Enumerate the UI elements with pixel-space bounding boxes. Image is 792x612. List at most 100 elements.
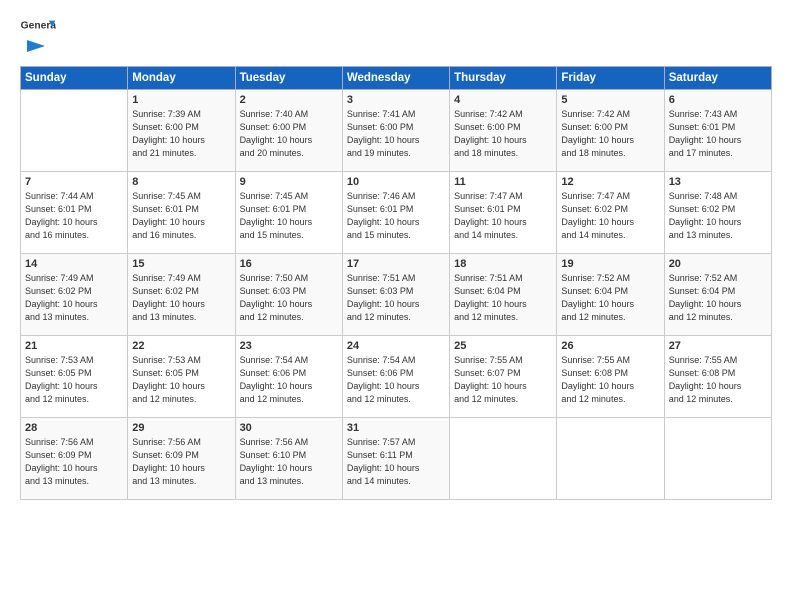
day-info: Sunrise: 7:52 AM Sunset: 6:04 PM Dayligh… [561,272,659,324]
calendar-cell: 30Sunrise: 7:56 AM Sunset: 6:10 PM Dayli… [235,418,342,500]
day-info: Sunrise: 7:51 AM Sunset: 6:04 PM Dayligh… [454,272,552,324]
calendar-cell: 28 Sunrise: 7:56 AM Sunset: 6:09 PM Dayli… [21,418,128,500]
calendar-cell [664,418,771,500]
day-number: 18 [454,258,552,270]
calendar-cell: 27 Sunrise: 7:55 AM Sunset: 6:08 PM Dayli… [664,336,771,418]
day-info: Sunrise: 7:54 AM Sunset: 6:06 PM Dayligh… [240,354,338,406]
day-number: 1 [132,94,230,106]
calendar-cell [557,418,664,500]
day-info: Sunrise: 7:49 AM Sunset: 6:02 PM Dayligh… [132,272,230,324]
calendar-cell: 26 Sunrise: 7:55 AM Sunset: 6:08 PM Dayli… [557,336,664,418]
day-number: 22 [132,340,230,352]
calendar-cell: 3 Sunrise: 7:41 AM Sunset: 6:00 PM Daylig… [342,90,449,172]
day-number: 9 [240,176,338,188]
day-info: Sunrise: 7:43 AM Sunset: 6:01 PM Dayligh… [669,108,767,160]
day-info: Sunrise: 7:48 AM Sunset: 6:02 PM Dayligh… [669,190,767,242]
day-number: 19 [561,258,659,270]
calendar-cell: 10 Sunrise: 7:46 AM Sunset: 6:01 PM Dayli… [342,172,449,254]
calendar-cell: 6 Sunrise: 7:43 AM Sunset: 6:01 PM Daylig… [664,90,771,172]
day-number: 2 [240,94,338,106]
day-info: Sunrise: 7:47 AM Sunset: 6:02 PM Dayligh… [561,190,659,242]
calendar-cell: 23Sunrise: 7:54 AM Sunset: 6:06 PM Dayli… [235,336,342,418]
logo: General [20,18,56,58]
top-bar: General [20,18,772,58]
day-info: Sunrise: 7:50 AM Sunset: 6:03 PM Dayligh… [240,272,338,324]
page: General SundayMondayTuesdayWednesdayThur… [0,0,792,612]
day-info: Sunrise: 7:55 AM Sunset: 6:08 PM Dayligh… [561,354,659,406]
day-info: Sunrise: 7:53 AM Sunset: 6:05 PM Dayligh… [25,354,123,406]
day-number: 30 [240,422,338,434]
weekday-header: Tuesday [235,67,342,90]
day-number: 11 [454,176,552,188]
calendar-week-row: 7 Sunrise: 7:44 AM Sunset: 6:01 PM Daylig… [21,172,772,254]
calendar-cell: 25 Sunrise: 7:55 AM Sunset: 6:07 PM Dayli… [450,336,557,418]
day-info: Sunrise: 7:45 AM Sunset: 6:01 PM Dayligh… [240,190,338,242]
calendar-week-row: 1Sunrise: 7:39 AM Sunset: 6:00 PM Daylig… [21,90,772,172]
day-info: Sunrise: 7:51 AM Sunset: 6:03 PM Dayligh… [347,272,445,324]
day-number: 14 [25,258,123,270]
day-number: 17 [347,258,445,270]
day-number: 27 [669,340,767,352]
day-info: Sunrise: 7:55 AM Sunset: 6:07 PM Dayligh… [454,354,552,406]
calendar-cell: 7 Sunrise: 7:44 AM Sunset: 6:01 PM Daylig… [21,172,128,254]
calendar-cell: 4 Sunrise: 7:42 AM Sunset: 6:00 PM Daylig… [450,90,557,172]
calendar-cell: 22Sunrise: 7:53 AM Sunset: 6:05 PM Dayli… [128,336,235,418]
day-info: Sunrise: 7:55 AM Sunset: 6:08 PM Dayligh… [669,354,767,406]
header-row: SundayMondayTuesdayWednesdayThursdayFrid… [21,67,772,90]
calendar-cell: 2 Sunrise: 7:40 AM Sunset: 6:00 PM Daylig… [235,90,342,172]
day-info: Sunrise: 7:41 AM Sunset: 6:00 PM Dayligh… [347,108,445,160]
weekday-header: Wednesday [342,67,449,90]
day-info: Sunrise: 7:45 AM Sunset: 6:01 PM Dayligh… [132,190,230,242]
day-number: 4 [454,94,552,106]
day-info: Sunrise: 7:49 AM Sunset: 6:02 PM Dayligh… [25,272,123,324]
weekday-header: Friday [557,67,664,90]
day-number: 31 [347,422,445,434]
day-info: Sunrise: 7:56 AM Sunset: 6:09 PM Dayligh… [25,436,123,488]
calendar-table: SundayMondayTuesdayWednesdayThursdayFrid… [20,66,772,500]
calendar-week-row: 21Sunrise: 7:53 AM Sunset: 6:05 PM Dayli… [21,336,772,418]
day-number: 10 [347,176,445,188]
day-number: 3 [347,94,445,106]
day-number: 25 [454,340,552,352]
calendar-cell [450,418,557,500]
calendar-week-row: 28 Sunrise: 7:56 AM Sunset: 6:09 PM Dayli… [21,418,772,500]
day-number: 29 [132,422,230,434]
calendar-cell: 5 Sunrise: 7:42 AM Sunset: 6:00 PM Daylig… [557,90,664,172]
calendar-cell: 31 Sunrise: 7:57 AM Sunset: 6:11 PM Dayli… [342,418,449,500]
calendar-cell: 19 Sunrise: 7:52 AM Sunset: 6:04 PM Dayli… [557,254,664,336]
day-number: 7 [25,176,123,188]
calendar-cell: 9 Sunrise: 7:45 AM Sunset: 6:01 PM Daylig… [235,172,342,254]
calendar-cell: 12 Sunrise: 7:47 AM Sunset: 6:02 PM Dayli… [557,172,664,254]
day-number: 12 [561,176,659,188]
calendar-cell: 29 Sunrise: 7:56 AM Sunset: 6:09 PM Dayli… [128,418,235,500]
day-info: Sunrise: 7:56 AM Sunset: 6:09 PM Dayligh… [132,436,230,488]
calendar-cell: 11 Sunrise: 7:47 AM Sunset: 6:01 PM Dayli… [450,172,557,254]
day-info: Sunrise: 7:42 AM Sunset: 6:00 PM Dayligh… [561,108,659,160]
day-number: 15 [132,258,230,270]
weekday-header: Sunday [21,67,128,90]
calendar-cell [21,90,128,172]
calendar-cell: 18 Sunrise: 7:51 AM Sunset: 6:04 PM Dayli… [450,254,557,336]
calendar-cell: 1Sunrise: 7:39 AM Sunset: 6:00 PM Daylig… [128,90,235,172]
calendar-cell: 21Sunrise: 7:53 AM Sunset: 6:05 PM Dayli… [21,336,128,418]
day-info: Sunrise: 7:52 AM Sunset: 6:04 PM Dayligh… [669,272,767,324]
day-number: 6 [669,94,767,106]
day-number: 8 [132,176,230,188]
day-number: 26 [561,340,659,352]
day-info: Sunrise: 7:46 AM Sunset: 6:01 PM Dayligh… [347,190,445,242]
calendar-cell: 8 Sunrise: 7:45 AM Sunset: 6:01 PM Daylig… [128,172,235,254]
day-info: Sunrise: 7:54 AM Sunset: 6:06 PM Dayligh… [347,354,445,406]
calendar-cell: 24 Sunrise: 7:54 AM Sunset: 6:06 PM Dayli… [342,336,449,418]
day-info: Sunrise: 7:42 AM Sunset: 6:00 PM Dayligh… [454,108,552,160]
day-number: 28 [25,422,123,434]
day-info: Sunrise: 7:57 AM Sunset: 6:11 PM Dayligh… [347,436,445,488]
day-info: Sunrise: 7:47 AM Sunset: 6:01 PM Dayligh… [454,190,552,242]
day-info: Sunrise: 7:40 AM Sunset: 6:00 PM Dayligh… [240,108,338,160]
calendar-cell: 17 Sunrise: 7:51 AM Sunset: 6:03 PM Dayli… [342,254,449,336]
day-number: 5 [561,94,659,106]
day-number: 20 [669,258,767,270]
day-info: Sunrise: 7:44 AM Sunset: 6:01 PM Dayligh… [25,190,123,242]
weekday-header: Thursday [450,67,557,90]
day-number: 24 [347,340,445,352]
calendar-cell: 15 Sunrise: 7:49 AM Sunset: 6:02 PM Dayli… [128,254,235,336]
